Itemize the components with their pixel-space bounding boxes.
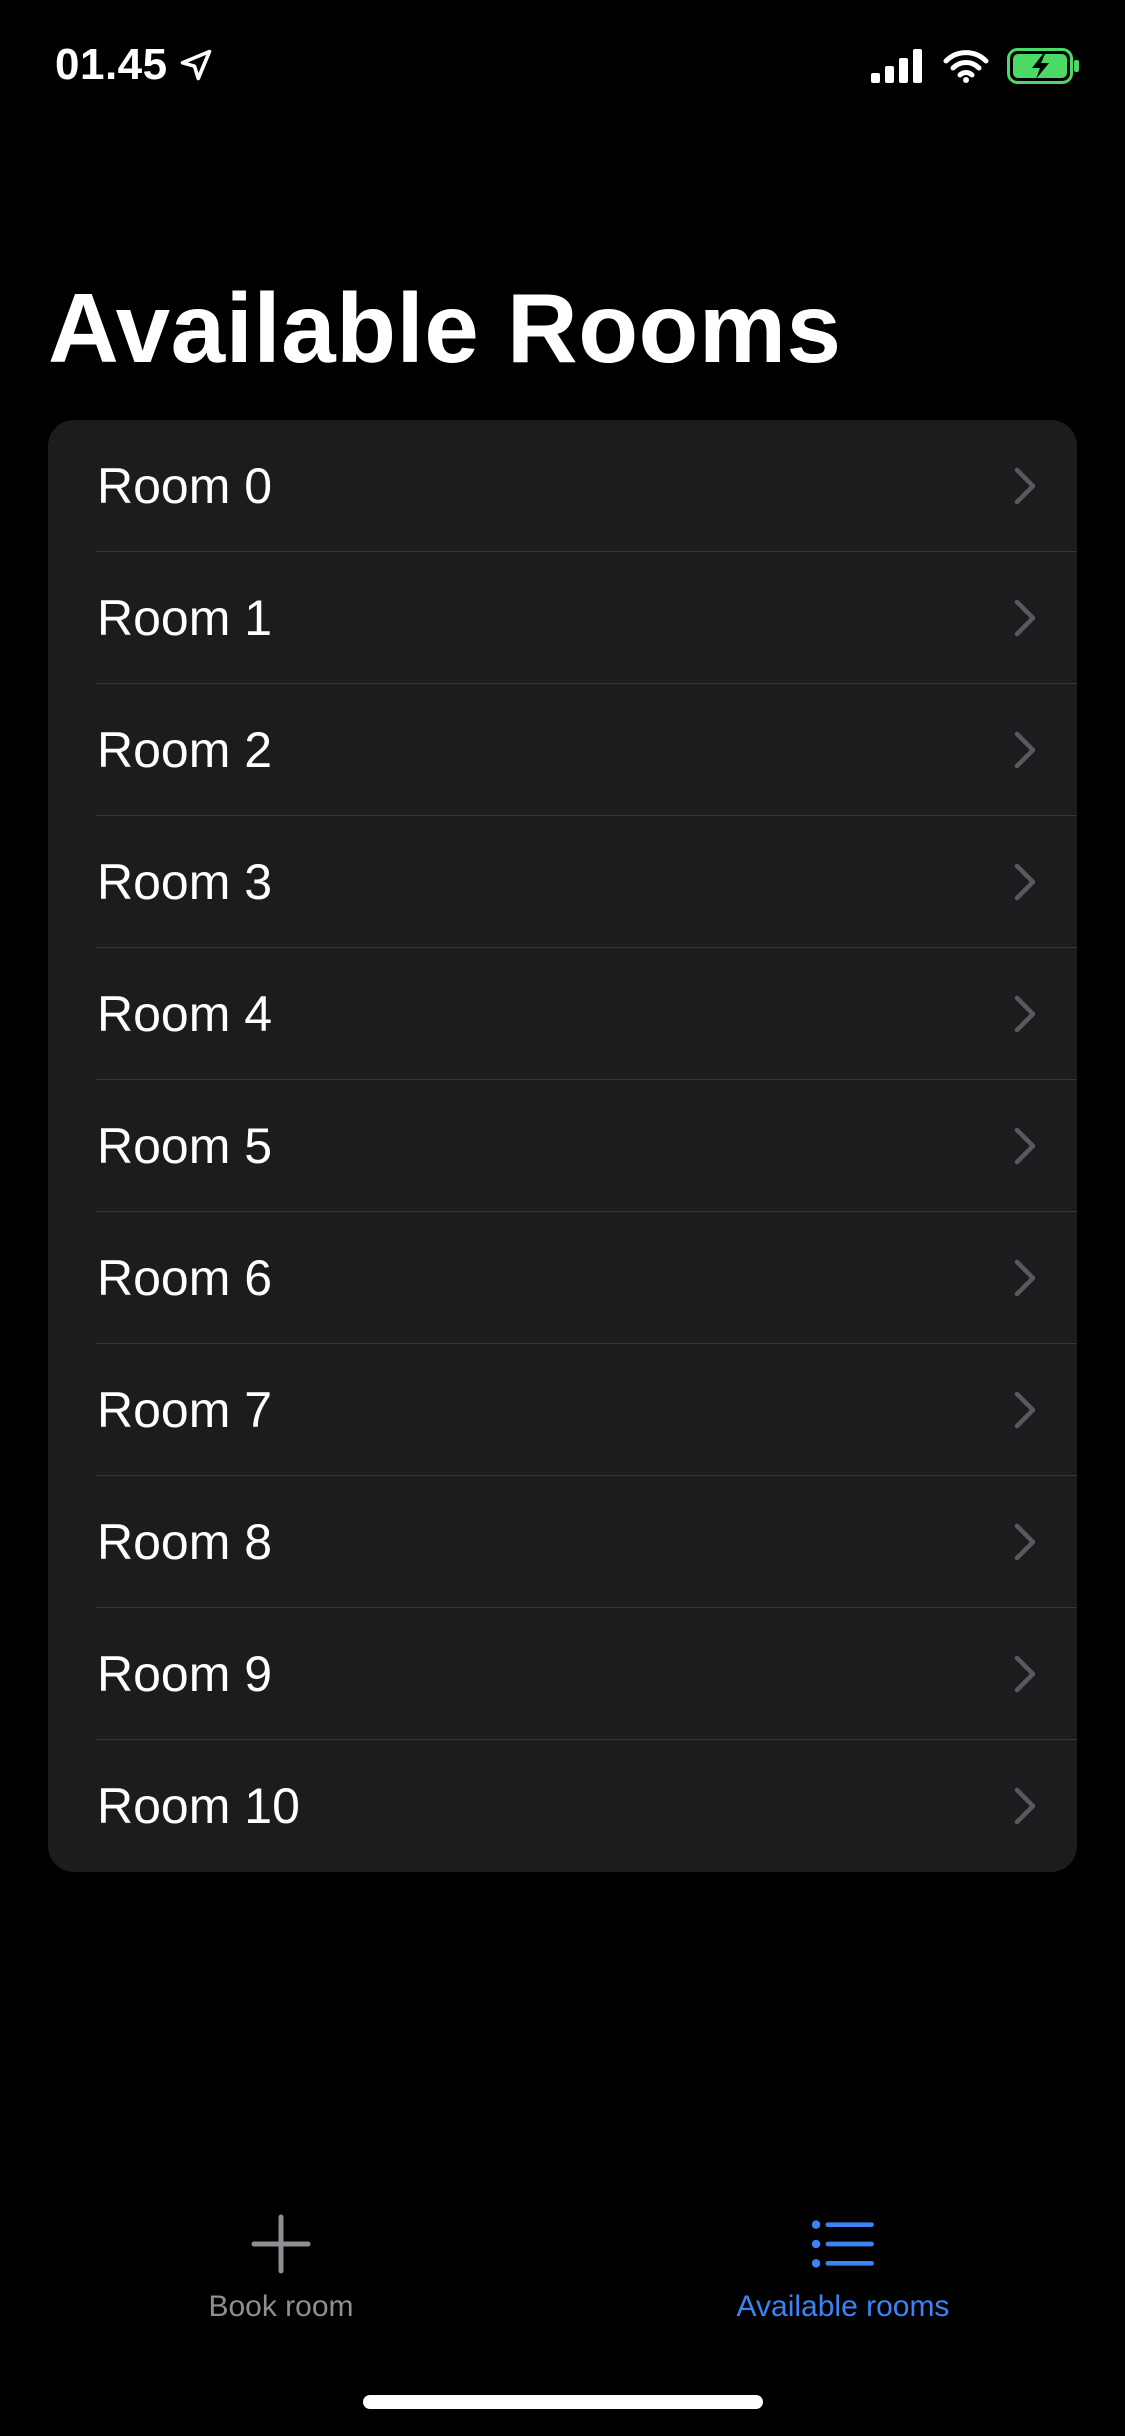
tab-available-rooms[interactable]: Available rooms: [643, 2212, 1043, 2324]
status-indicators: [871, 48, 1081, 84]
room-label: Room 4: [97, 986, 273, 1042]
list-item[interactable]: Room 6: [48, 1212, 1077, 1344]
chevron-right-icon: [1014, 1391, 1036, 1429]
chevron-right-icon: [1014, 599, 1036, 637]
list-item[interactable]: Room 4: [48, 948, 1077, 1080]
list-item[interactable]: Room 8: [48, 1476, 1077, 1608]
list-item[interactable]: Room 5: [48, 1080, 1077, 1212]
list-item[interactable]: Room 9: [48, 1608, 1077, 1740]
room-label: Room 8: [97, 1514, 273, 1570]
room-label: Room 9: [97, 1646, 273, 1702]
list-item[interactable]: Room 1: [48, 552, 1077, 684]
room-label: Room 1: [97, 590, 273, 646]
chevron-right-icon: [1014, 467, 1036, 505]
room-label: Room 2: [97, 722, 273, 778]
list-item[interactable]: Room 2: [48, 684, 1077, 816]
tab-label: Available rooms: [736, 2290, 950, 2323]
chevron-right-icon: [1014, 1259, 1036, 1297]
chevron-right-icon: [1014, 1523, 1036, 1561]
status-time-group: 01.45: [55, 40, 214, 90]
list-icon: [811, 2220, 874, 2268]
room-list: Room 0 Room 1 Room 2 Room 3 Room 4 Room …: [48, 420, 1077, 1872]
chevron-right-icon: [1014, 1655, 1036, 1693]
status-bar: 01.45: [0, 0, 1125, 140]
chevron-right-icon: [1014, 863, 1036, 901]
chevron-right-icon: [1014, 995, 1036, 1033]
list-item[interactable]: Room 10: [48, 1740, 1077, 1872]
location-arrow-icon: [180, 49, 211, 81]
chevron-right-icon: [1014, 1127, 1036, 1165]
cellular-signal-icon: [871, 49, 922, 83]
room-label: Room 0: [97, 458, 273, 514]
tab-label: Book room: [208, 2290, 354, 2323]
plus-icon: [251, 2214, 311, 2274]
wifi-icon: [943, 50, 989, 83]
chevron-right-icon: [1014, 1787, 1036, 1825]
room-label: Room 3: [97, 854, 273, 910]
room-label: Room 6: [97, 1250, 273, 1306]
room-label: Room 5: [97, 1118, 273, 1174]
chevron-right-icon: [1014, 731, 1036, 769]
list-item[interactable]: Room 3: [48, 816, 1077, 948]
tab-book-room[interactable]: Book room: [81, 2212, 481, 2324]
home-indicator: [363, 2395, 763, 2409]
list-item[interactable]: Room 7: [48, 1344, 1077, 1476]
battery-charging-icon: [1007, 48, 1079, 84]
room-label: Room 10: [97, 1778, 300, 1834]
page-title: Available Rooms: [48, 273, 842, 383]
status-time: 01.45: [55, 40, 168, 89]
list-item[interactable]: Room 0: [48, 420, 1077, 552]
room-label: Room 7: [97, 1382, 273, 1438]
